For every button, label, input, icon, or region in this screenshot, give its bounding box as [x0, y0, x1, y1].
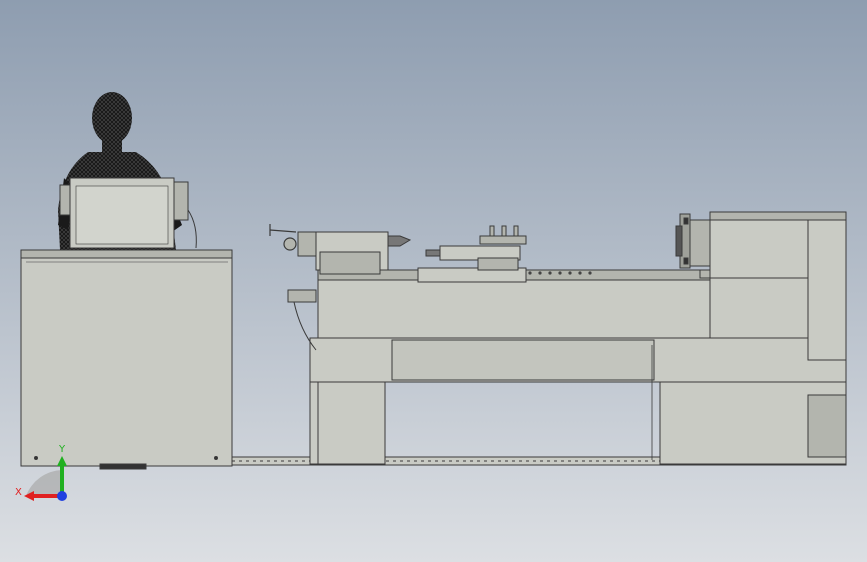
lathe-model-scene[interactable]: [0, 0, 867, 562]
cad-viewport[interactable]: X Y: [0, 0, 867, 562]
headstock[interactable]: [699, 211, 847, 361]
axis-y-label: Y: [59, 444, 66, 455]
chuck-icon[interactable]: [675, 213, 711, 269]
control-cabinet[interactable]: [20, 249, 233, 470]
axis-x-label: X: [15, 487, 22, 498]
